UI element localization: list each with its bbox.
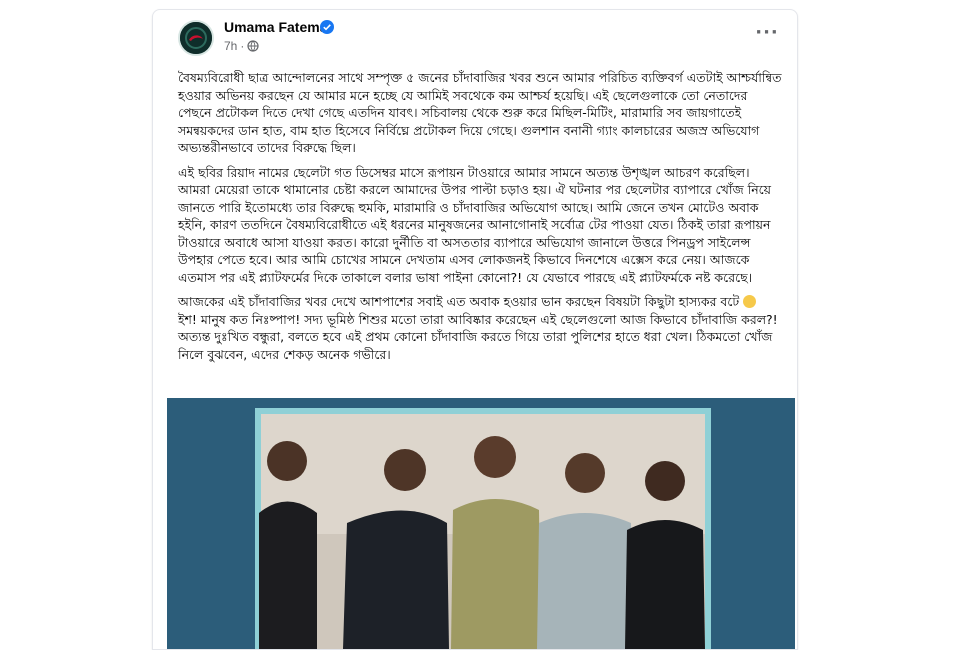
post-meta: 7h · (224, 39, 259, 53)
more-options-icon[interactable]: ··· (755, 24, 779, 50)
post-header: Umama Fatema 7h · ··· (153, 10, 797, 66)
post-body: বৈষম্যবিরোধী ছাত্র আন্দোলনের সাথে সম্পৃক… (178, 69, 784, 370)
author-avatar[interactable] (178, 20, 214, 56)
post-paragraph-1: বৈষম্যবিরোধী ছাত্র আন্দোলনের সাথে সম্পৃক… (178, 70, 782, 155)
post-timestamp[interactable]: 7h (224, 39, 237, 53)
post-photo[interactable] (167, 398, 795, 649)
post-paragraph-2: এই ছবির রিয়াদ নামের ছেলেটা গত ডিসেম্বর … (178, 164, 772, 285)
verified-badge-icon (320, 20, 334, 34)
laughing-emoji-icon (743, 295, 757, 308)
author-name[interactable]: Umama Fatema (224, 19, 328, 35)
post-paragraph-3-wrap: আজকের এই চাঁদাবাজির খবর দেখে আশপাশের সবা… (178, 293, 784, 311)
page-background: Umama Fatema 7h · ··· বৈষম্যবিরোধী ছাত্র … (0, 0, 966, 650)
avatar-logo-icon (180, 22, 212, 54)
globe-icon (247, 40, 259, 52)
meta-separator: · (240, 39, 245, 53)
group-photo-image (167, 398, 795, 649)
facebook-post-card: Umama Fatema 7h · ··· বৈষম্যবিরোধী ছাত্র … (152, 9, 798, 650)
post-paragraph-4: ইশ! মানুষ কত নিঃষ্পাপ! সদ্য ভূমিষ্ঠ শিশু… (178, 311, 778, 362)
post-paragraph-3: আজকের এই চাঁদাবাজির খবর দেখে আশপাশের সবা… (178, 294, 740, 309)
